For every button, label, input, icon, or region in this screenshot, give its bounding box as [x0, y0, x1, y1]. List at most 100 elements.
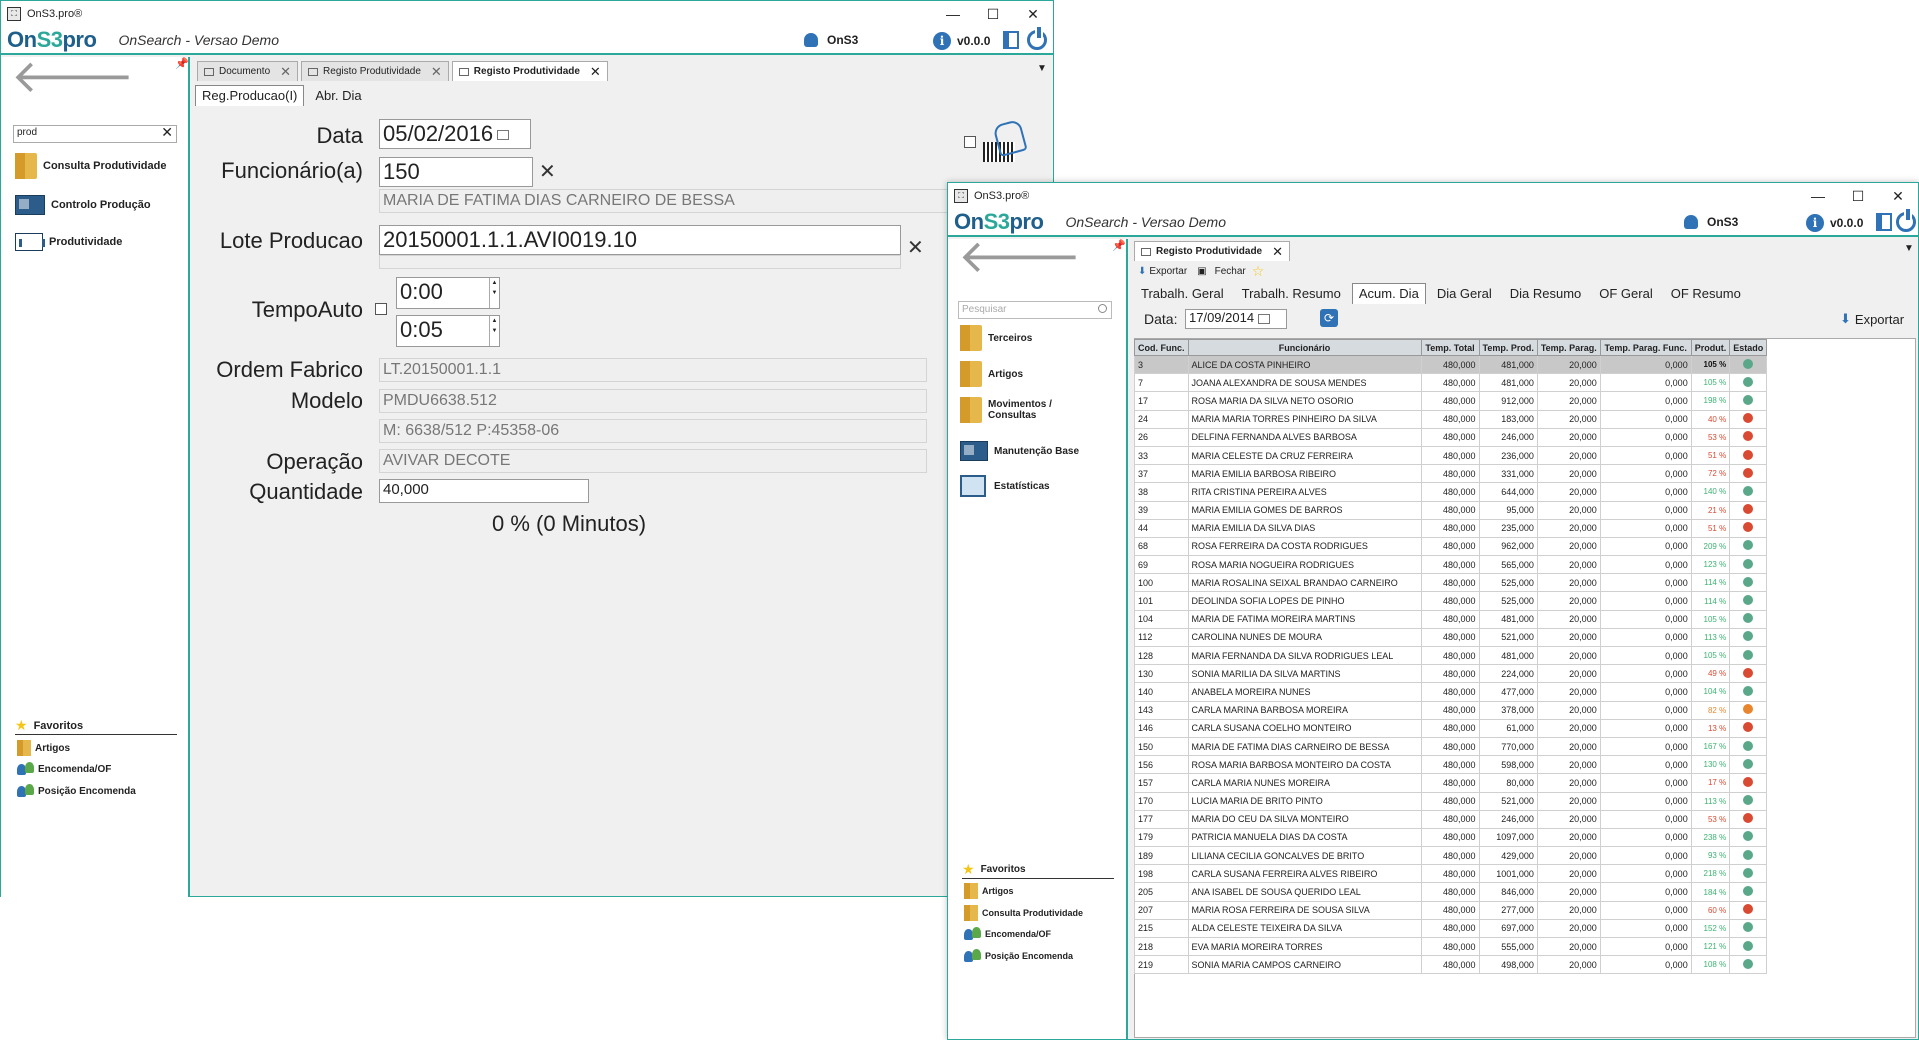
tab-registo-produtividade-1[interactable]: Registo Produtividade ✕ — [301, 61, 449, 81]
close-tab-icon[interactable]: ✕ — [1272, 244, 1283, 260]
table-row[interactable]: 150 MARIA DE FATIMA DIAS CARNEIRO DE BESS… — [1134, 736, 1768, 757]
exit-icon[interactable] — [1003, 31, 1019, 49]
col-cod-func[interactable]: Cod. Func. — [1134, 339, 1189, 356]
close-tab-icon[interactable]: ✕ — [431, 64, 442, 80]
tempo-end-input[interactable]: 0:05 ▲ ▼ — [396, 315, 500, 347]
save-icon[interactable]: ▣ — [1197, 266, 1206, 277]
clear-lote-icon[interactable]: ✕ — [907, 235, 924, 260]
favorite-posicao-encomenda[interactable]: Posição Encomenda — [17, 784, 136, 798]
sidebar-item-artigos[interactable]: Artigos — [960, 361, 1023, 387]
power-icon[interactable] — [1027, 27, 1047, 50]
version-info[interactable]: i v0.0.0 — [933, 32, 990, 50]
user-menu[interactable]: OnS3 — [1684, 215, 1738, 229]
table-row[interactable]: 69 ROSA MARIA NOGUEIRA RODRIGUES 480,000 56… — [1134, 555, 1768, 575]
clear-search-icon[interactable]: ✕ — [161, 124, 173, 141]
calendar-icon[interactable] — [497, 130, 510, 141]
refresh-button[interactable]: ⟳ — [1320, 309, 1338, 327]
table-row[interactable]: 101 DEOLINDA SOFIA LOPES DE PINHO 480,000 5… — [1134, 591, 1768, 611]
table-row[interactable]: 24 MARIA MARIA TORRES PINHEIRO DA SILVA 48… — [1134, 409, 1768, 429]
table-row[interactable]: 38 RITA CRISTINA PEREIRA ALVES 480,000 644,… — [1134, 482, 1768, 502]
table-row[interactable]: 33 MARIA CELESTE DA CRUZ FERREIRA 480,000 2… — [1134, 445, 1768, 466]
tempo-end-spinner[interactable]: ▲ ▼ — [489, 316, 499, 346]
data-date-input[interactable]: 05/02/2016 — [379, 119, 531, 149]
table-row[interactable]: 205 ANA ISABEL DE SOUSA QUERIDO LEAL 480,0… — [1134, 882, 1768, 902]
tempo-start-input[interactable]: 0:00 ▲ ▼ — [396, 277, 500, 309]
back-arrow-icon[interactable]: 🡐 — [958, 233, 1081, 279]
table-row[interactable]: 39 MARIA EMILIA GOMES DE BARROS 480,000 95,… — [1134, 500, 1768, 520]
table-row[interactable]: 218 EVA MARIA MOREIRA TORRES 480,000 555,00… — [1134, 936, 1768, 957]
table-row[interactable]: 7 JOANA ALEXANDRA DE SOUSA MENDES 480,000 4… — [1134, 373, 1768, 393]
col-temp-parag-func[interactable]: Temp. Parag. Func. — [1599, 339, 1692, 356]
subtab-abr-dia[interactable]: Abr. Dia — [308, 85, 368, 106]
close-tab-icon[interactable]: ✕ — [590, 64, 601, 80]
col-temp-parag[interactable]: Temp. Parag. — [1536, 339, 1601, 356]
table-row[interactable]: 100 MARIA ROSALINA SEIXAL BRANDAO CARNEIR… — [1134, 573, 1768, 593]
search-input[interactable]: prod ✕ — [13, 124, 177, 143]
favorite-consulta-produtividade[interactable]: Consulta Produtividade — [964, 905, 1083, 921]
date-input[interactable]: 17/09/2014 — [1185, 309, 1287, 329]
export-button[interactable]: ⬇ Exportar — [1840, 311, 1904, 327]
col-estado[interactable]: Estado — [1729, 339, 1768, 356]
table-row[interactable]: 179 PATRICIA MANUELA DIAS DA COSTA 480,000… — [1134, 827, 1768, 848]
table-row[interactable]: 17 ROSA MARIA DA SILVA NETO OSORIO 480,000… — [1134, 391, 1768, 411]
funcionario-input[interactable]: 150 — [379, 157, 533, 187]
table-row[interactable]: 207 MARIA ROSA FERREIRA DE SOUSA SILVA 480… — [1134, 900, 1768, 920]
table-row[interactable]: 189 LILIANA CECILIA GONCALVES DE BRITO 480… — [1134, 846, 1768, 866]
sidebar-item-produtividade[interactable]: Produtividade — [15, 233, 122, 251]
table-row[interactable]: 146 CARLA SUSANA COELHO MONTEIRO 480,000 61… — [1134, 718, 1768, 738]
subtab-dia-geral[interactable]: Dia Geral — [1430, 283, 1499, 304]
table-row[interactable]: 140 ANABELA MOREIRA NUNES 480,000 477,000 20… — [1134, 682, 1768, 702]
table-row[interactable]: 215 ALDA CELESTE TEIXEIRA DA SILVA 480,000… — [1134, 918, 1768, 939]
barcode-checkbox[interactable] — [964, 136, 976, 148]
table-row[interactable]: 198 CARLA SUSANA FERREIRA ALVES RIBEIRO 48… — [1134, 864, 1768, 884]
minimize-icon[interactable]: — — [1798, 183, 1838, 209]
table-row[interactable]: 68 ROSA FERREIRA DA COSTA RODRIGUES 480,00… — [1134, 536, 1768, 557]
subtab-acum-dia[interactable]: Acum. Dia — [1351, 283, 1426, 304]
subtab-of-resumo[interactable]: OF Resumo — [1664, 283, 1748, 304]
table-row[interactable]: 143 CARLA MARINA BARBOSA MOREIRA 480,000 37… — [1134, 700, 1768, 720]
close-toolbar-button[interactable]: Fechar — [1215, 266, 1246, 277]
table-row[interactable]: 37 MARIA EMILIA BARBOSA RIBEIRO 480,000 331… — [1134, 464, 1768, 484]
back-arrow-icon[interactable]: 🡐 — [11, 53, 134, 99]
tab-registo-produtividade-2[interactable]: Registo Produtividade ✕ — [451, 61, 608, 81]
tabs-dropdown-icon[interactable]: ▼ — [1037, 63, 1047, 74]
close-icon[interactable]: ✕ — [1013, 1, 1053, 27]
favorite-encomenda[interactable]: Encomenda/OF — [964, 927, 1051, 941]
col-produt[interactable]: Produt. — [1690, 339, 1731, 356]
subtab-reg-producao[interactable]: Reg.Producao(I) — [195, 85, 305, 106]
sidebar-item-consulta-produtividade[interactable]: Consulta Produtividade — [15, 153, 175, 179]
table-row[interactable]: 219 SONIA MARIA CAMPOS CARNEIRO 480,000 498… — [1134, 955, 1768, 975]
sidebar-item-terceiros[interactable]: Terceiros — [960, 325, 1032, 351]
subtab-trabalh-geral[interactable]: Trabalh. Geral — [1134, 283, 1231, 304]
favorite-encomenda[interactable]: Encomenda/OF — [17, 762, 111, 776]
maximize-icon[interactable]: ☐ — [1838, 183, 1878, 209]
tempo-start-spinner[interactable]: ▲ ▼ — [489, 278, 499, 308]
favorite-artigos[interactable]: Artigos — [964, 883, 1014, 899]
calendar-icon[interactable] — [1258, 313, 1271, 324]
search-input[interactable]: Pesquisar — [958, 301, 1112, 319]
lote-input[interactable]: 20150001.1.1.AVI0019.10 — [379, 225, 901, 255]
subtab-trabalh-resumo[interactable]: Trabalh. Resumo — [1235, 283, 1348, 304]
col-temp-prod[interactable]: Temp. Prod. — [1478, 339, 1538, 356]
pin-icon[interactable]: 📌 — [1112, 239, 1126, 252]
minimize-icon[interactable]: — — [933, 1, 973, 27]
maximize-icon[interactable]: ☐ — [973, 1, 1013, 27]
table-row[interactable]: 112 CAROLINA NUNES DE MOURA 480,000 521,000… — [1134, 627, 1768, 648]
col-funcionario[interactable]: Funcionário — [1187, 339, 1422, 356]
sidebar-item-estatisticas[interactable]: Estatísticas — [960, 475, 1050, 497]
power-icon[interactable] — [1896, 209, 1916, 232]
pin-icon[interactable]: 📌 — [175, 57, 189, 70]
tabs-dropdown-icon[interactable]: ▼ — [1904, 243, 1914, 254]
table-row[interactable]: 156 ROSA MARIA BARBOSA MONTEIRO DA COSTA 4… — [1134, 755, 1768, 775]
sidebar-item-movimentos[interactable]: Movimentos / Consultas — [960, 397, 1080, 423]
favorite-star-icon[interactable]: ☆ — [1252, 263, 1265, 280]
exit-icon[interactable] — [1876, 213, 1892, 231]
table-row[interactable]: 170 LUCIA MARIA DE BRITO PINTO 480,000 521,… — [1134, 791, 1768, 811]
close-tab-icon[interactable]: ✕ — [280, 64, 291, 80]
search-icon[interactable] — [1098, 304, 1107, 313]
subtab-of-geral[interactable]: OF Geral — [1592, 283, 1659, 304]
tab-documento[interactable]: Documento ✕ — [197, 61, 299, 81]
table-row[interactable]: 44 MARIA EMILIA DA SILVA DIAS 480,000 235,0… — [1134, 518, 1768, 538]
clear-funcionario-icon[interactable]: ✕ — [539, 159, 556, 184]
table-row[interactable]: 157 CARLA MARIA NUNES MOREIRA 480,000 80,00… — [1134, 773, 1768, 793]
